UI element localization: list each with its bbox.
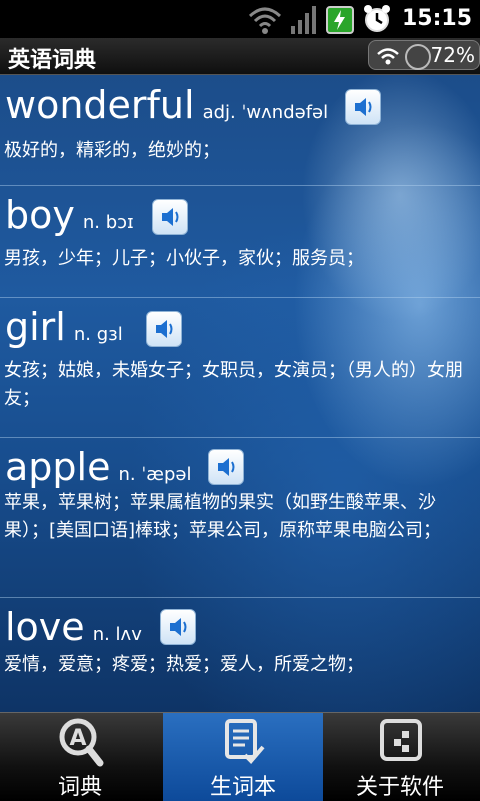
battery-level: 72% bbox=[430, 43, 475, 67]
entry-pos-pronunciation: n. lʌv bbox=[92, 624, 142, 645]
svg-text:A: A bbox=[69, 726, 86, 751]
entry-definition: 苹果，苹果树；苹果属植物的果实（如野生酸苹果、沙果）；[美国口语]棒球；苹果公司… bbox=[4, 492, 442, 541]
about-icon bbox=[380, 719, 422, 761]
tab-notebook[interactable]: 生词本 bbox=[163, 713, 323, 801]
divider bbox=[0, 597, 480, 598]
speaker-icon bbox=[170, 618, 187, 636]
word-list[interactable]: wonderful adj. ˈwʌndəfəl 极好的，精彩的，绝妙的； boy… bbox=[0, 75, 480, 712]
pronounce-button[interactable] bbox=[208, 449, 244, 485]
entry-definition: 爱情，爱意；疼爱；热爱；爱人，所爱之物； bbox=[4, 654, 364, 675]
tab-label: 关于软件 bbox=[355, 775, 444, 800]
pronounce-button[interactable] bbox=[152, 199, 188, 235]
entry-pos-pronunciation: n. ˈæpəl bbox=[118, 464, 192, 485]
entry-word: love bbox=[5, 605, 85, 649]
divider bbox=[0, 297, 480, 298]
entry-word: girl bbox=[5, 305, 66, 349]
speaker-icon bbox=[355, 98, 372, 116]
bottom-nav: A 词典 生词本 关于软件 bbox=[0, 712, 480, 801]
speaker-icon bbox=[156, 320, 173, 338]
alarm-clock-icon bbox=[364, 5, 390, 32]
tab-dictionary[interactable]: A 词典 bbox=[0, 713, 160, 801]
entry-word: apple bbox=[5, 445, 111, 489]
entry-headline: wonderful adj. ˈwʌndəfəl bbox=[5, 83, 328, 127]
entry-definition: 男孩，少年；儿子；小伙子，家伙；服务员； bbox=[4, 248, 364, 269]
battery-charging-icon bbox=[326, 6, 354, 34]
app-title: 英语词典 bbox=[8, 48, 97, 73]
wifi-icon bbox=[248, 7, 282, 34]
entry-definition: 女孩；姑娘，未婚女子；女职员，女演员；（男人的）女朋友； bbox=[4, 360, 463, 409]
status-time: 15:15 bbox=[401, 6, 472, 31]
entry-pos-pronunciation: n. gɜl bbox=[73, 324, 123, 345]
speaker-icon bbox=[162, 208, 179, 226]
entry-pos-pronunciation: n. bɔɪ bbox=[82, 212, 134, 233]
divider bbox=[0, 185, 480, 186]
pronounce-button[interactable] bbox=[345, 89, 381, 125]
wifi-mini-icon bbox=[377, 48, 399, 65]
signal-icon bbox=[291, 6, 316, 34]
speaker-icon bbox=[218, 458, 235, 476]
tab-label: 词典 bbox=[57, 775, 102, 800]
entry-headline: apple n. ˈæpəl bbox=[5, 445, 191, 489]
notebook-check-icon bbox=[225, 719, 265, 764]
entry-pos-pronunciation: adj. ˈwʌndəfəl bbox=[202, 102, 329, 123]
entry-word: wonderful bbox=[5, 83, 195, 127]
dictionary-search-icon: A bbox=[59, 718, 104, 767]
divider bbox=[0, 437, 480, 438]
entry-word: boy bbox=[5, 193, 75, 237]
tab-about[interactable]: 关于软件 bbox=[320, 713, 480, 801]
pronounce-button[interactable] bbox=[160, 609, 196, 645]
tab-label: 生词本 bbox=[209, 775, 276, 800]
status-widget: 72% bbox=[368, 40, 480, 70]
app-title-bar: 英语词典 72% bbox=[0, 38, 480, 75]
status-bar: 15:15 bbox=[0, 0, 480, 38]
entry-headline: love n. lʌv bbox=[5, 605, 142, 649]
battery-ring-icon bbox=[405, 44, 431, 70]
entry-headline: boy n. bɔɪ bbox=[5, 193, 134, 237]
entry-headline: girl n. gɜl bbox=[5, 305, 123, 349]
entry-definition: 极好的，精彩的，绝妙的； bbox=[4, 140, 220, 161]
pronounce-button[interactable] bbox=[146, 311, 182, 347]
status-icons bbox=[248, 4, 392, 34]
